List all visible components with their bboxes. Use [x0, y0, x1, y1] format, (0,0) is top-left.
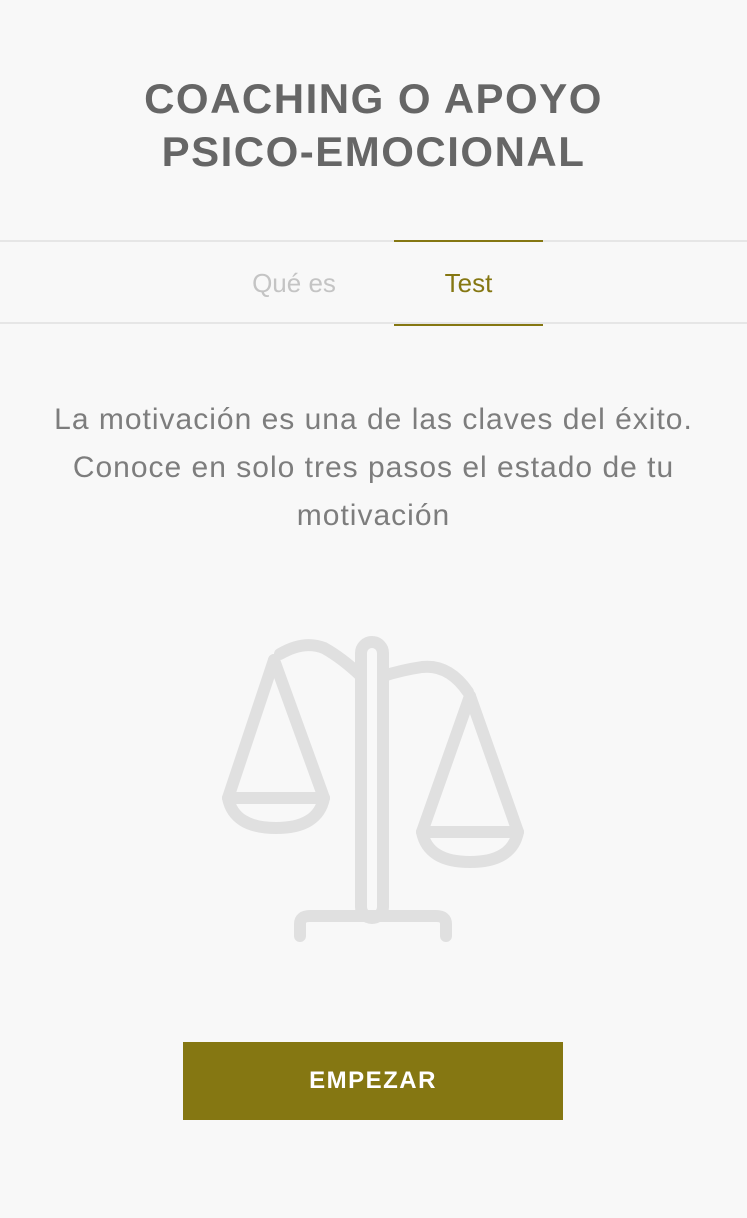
- balance-scale-icon: [222, 636, 524, 942]
- page-title-line-1: COACHING O APOYO: [144, 75, 603, 122]
- tab-test[interactable]: Test: [394, 240, 543, 326]
- test-description: La motivación es una de las claves del é…: [20, 396, 727, 540]
- tab-que-es[interactable]: Qué es: [212, 240, 376, 326]
- description-line-1: La motivación es una de las claves del é…: [54, 403, 693, 436]
- page-title-line-2: PSICO-EMOCIONAL: [161, 128, 586, 175]
- test-screen: COACHING O APOYO PSICO-EMOCIONAL Qué es …: [0, 0, 747, 1218]
- description-line-2: Conoce en solo tres pasos el estado de t…: [72, 451, 675, 484]
- start-button[interactable]: EMPEZAR: [183, 1042, 563, 1120]
- description-line-3: motivación: [296, 499, 451, 532]
- page-title: COACHING O APOYO PSICO-EMOCIONAL: [0, 72, 747, 178]
- tab-bar: Qué es Test: [0, 240, 747, 326]
